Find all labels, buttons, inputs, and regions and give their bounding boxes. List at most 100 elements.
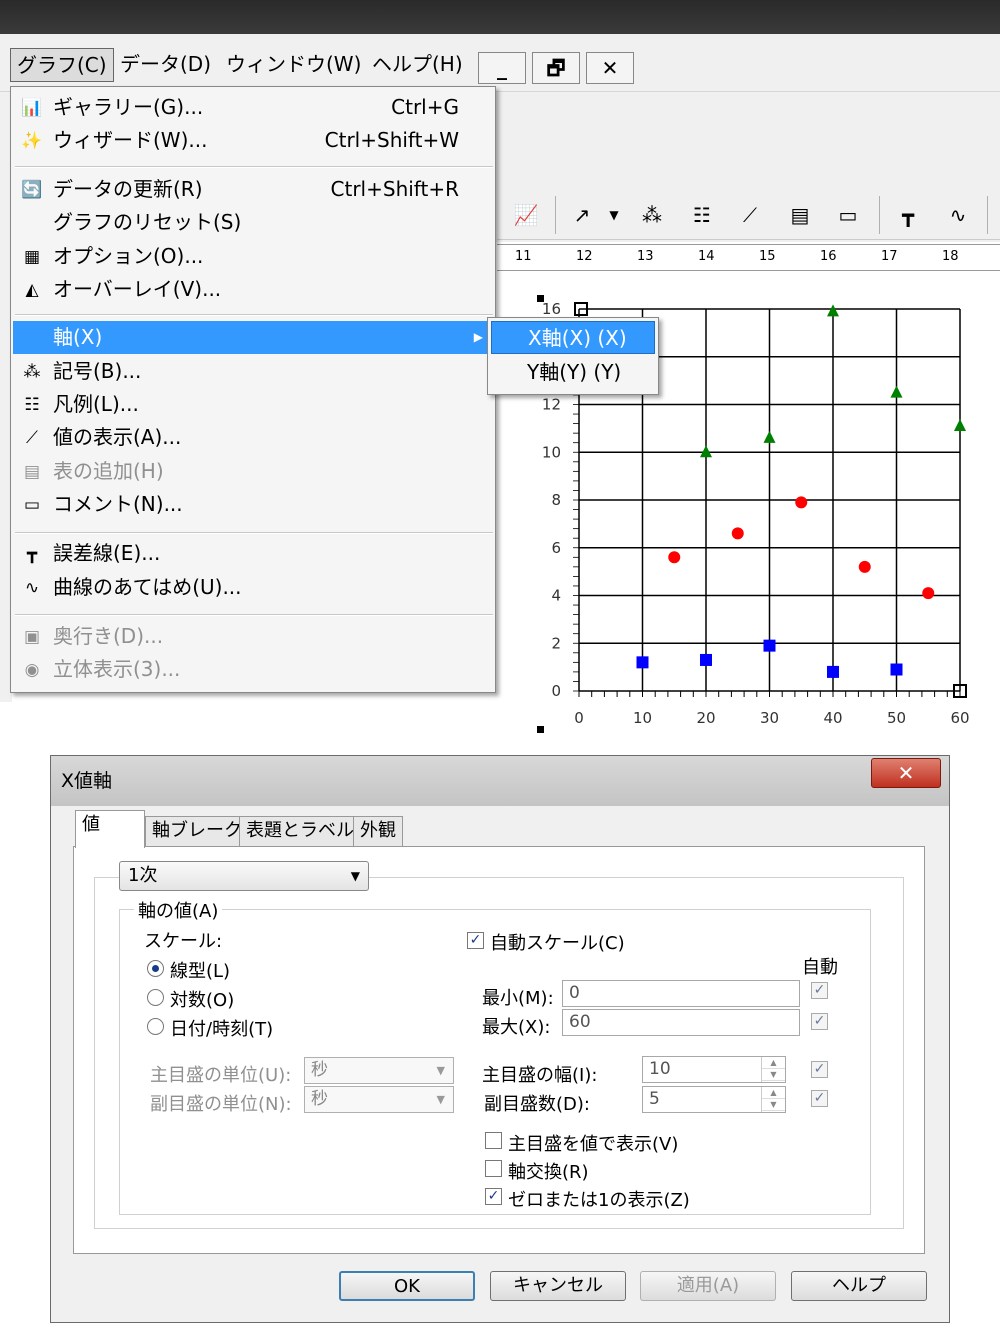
menu-item-shortcut: Ctrl+Shift+W <box>324 128 459 152</box>
submenu-x-axis[interactable]: X軸(X) (X) <box>491 321 655 354</box>
legend-icon[interactable]: ☷ <box>685 198 719 232</box>
minimize-button[interactable]: _ <box>478 52 526 84</box>
zero-one-checkbox[interactable]: ✓ <box>485 1188 502 1205</box>
ruler: 11 12 13 14 15 16 17 18 <box>497 244 1000 271</box>
close-window-button[interactable]: ✕ <box>586 52 634 84</box>
data-point <box>731 527 744 540</box>
major-value-checkbox[interactable] <box>485 1132 502 1149</box>
menu-item[interactable]: ⟋ 値の表示(A)... <box>13 421 493 454</box>
dialog-close-button[interactable]: ✕ <box>871 758 941 788</box>
menu-item-label: 軸(X) <box>53 325 103 349</box>
ruler-label: 13 <box>637 249 654 264</box>
menu-item[interactable]: ◭ オーバーレイ(V)... <box>13 273 493 306</box>
major-width-input[interactable]: 10 ▲ ▼ <box>642 1056 786 1083</box>
menu-item[interactable]: ◉ 立体表示(3)... <box>13 653 493 686</box>
help-button[interactable]: ヘルプ <box>791 1271 927 1301</box>
data-point <box>795 496 808 509</box>
chevron-down-icon: ▼ <box>436 1093 445 1106</box>
menu-graph[interactable]: グラフ(C) <box>10 48 114 82</box>
x-tick-label: 40 <box>823 709 842 727</box>
menu-item[interactable]: ✨ ウィザード(W)... Ctrl+Shift+W <box>13 124 493 157</box>
values-icon[interactable]: ⟋ <box>733 198 767 232</box>
auto-scale-label: 自動スケール(C) <box>490 933 625 954</box>
min-input[interactable]: 0 <box>562 980 800 1007</box>
menu-item[interactable]: ┳ 誤差線(E)... <box>13 537 493 570</box>
graph-menu-dropdown: 📊 ギャラリー(G)... Ctrl+G ✨ ウィザード(W)... Ctrl+Shift… <box>10 86 496 693</box>
dropdown-arrow-icon[interactable]: ▼ <box>597 198 631 232</box>
menu-separator <box>15 166 493 168</box>
radio-linear[interactable] <box>147 960 164 977</box>
auto-header: 自動 <box>802 957 838 978</box>
x-tick-label: 0 <box>574 709 584 727</box>
menu-window[interactable]: ウィンドウ(W) <box>220 48 367 82</box>
3d-view-icon: ◉ <box>24 660 40 680</box>
menu-item[interactable]: ▤ 表の追加(H) <box>13 455 493 488</box>
tab-values[interactable]: 値 <box>75 810 145 848</box>
wizard-icon: ✨ <box>21 131 43 151</box>
max-auto-checkbox[interactable]: ✓ <box>811 1013 828 1030</box>
x-tick-label: 10 <box>633 709 652 727</box>
ruler-label: 12 <box>576 249 593 264</box>
tab-axis-break[interactable]: 軸ブレーク <box>145 816 249 846</box>
table-icon[interactable]: ▤ <box>783 198 817 232</box>
menu-data[interactable]: データ(D) <box>114 48 217 82</box>
minor-unit-select[interactable]: 秒 ▼ <box>304 1086 454 1113</box>
minor-count-auto-checkbox[interactable]: ✓ <box>811 1090 828 1107</box>
menu-help[interactable]: ヘルプ(H) <box>366 48 469 82</box>
submenu-y-axis[interactable]: Y軸(Y) (Y) <box>491 356 655 389</box>
menu-item[interactable]: ▣ 奥行き(D)... <box>13 620 493 653</box>
swap-axis-checkbox[interactable] <box>485 1160 502 1177</box>
menu-item-label: 誤差線(E)... <box>53 541 161 565</box>
major-width-value: 10 <box>649 1059 671 1079</box>
radio-log-label: 対数(O) <box>170 990 235 1011</box>
cancel-button[interactable]: キャンセル <box>490 1271 626 1301</box>
chevron-down-icon: ▼ <box>436 1064 445 1077</box>
x-tick-label: 50 <box>887 709 906 727</box>
comment-icon[interactable]: ▭ <box>831 198 865 232</box>
ruler-label: 14 <box>698 249 715 264</box>
major-unit-label: 主目盛の単位(U): <box>150 1065 292 1086</box>
major-width-label: 主目盛の幅(I): <box>482 1065 598 1086</box>
ruler-label: 17 <box>881 249 898 264</box>
menu-item[interactable]: 🔄 データの更新(R) Ctrl+Shift+R <box>13 173 493 206</box>
menu-item[interactable]: ☷ 凡例(L)... <box>13 388 493 421</box>
data-point <box>922 587 935 600</box>
menu-item[interactable]: グラフのリセット(S) <box>13 206 493 239</box>
restore-button[interactable]: 🗗 <box>532 52 580 84</box>
axis-icon[interactable]: ↗ <box>565 198 599 232</box>
symbol-icon: ⁂ <box>23 362 41 382</box>
minor-unit-label: 副目盛の単位(N): <box>150 1094 292 1115</box>
auto-scale-checkbox[interactable]: ✓ <box>467 932 484 949</box>
menu-item[interactable]: ▦ オプション(O)... <box>13 240 493 273</box>
y-tick-label: 10 <box>542 443 561 461</box>
error-bar-icon[interactable]: ┳ <box>891 198 925 232</box>
minor-count-spinner[interactable]: ▲ ▼ <box>761 1087 785 1112</box>
data-point <box>700 445 712 458</box>
max-input[interactable]: 60 <box>562 1009 800 1036</box>
axis-select-dropdown[interactable]: 1次 ▼ <box>119 861 369 891</box>
min-auto-checkbox[interactable]: ✓ <box>811 982 828 999</box>
selection-handle <box>537 726 544 733</box>
apply-button[interactable]: 適用(A) <box>640 1271 776 1301</box>
tab-appearance[interactable]: 外観 <box>353 816 403 846</box>
tab-title-labels[interactable]: 表題とラベル <box>239 816 361 846</box>
major-unit-value: 秒 <box>311 1060 328 1080</box>
menu-item-label: 曲線のあてはめ(U)... <box>53 575 242 599</box>
menu-item[interactable]: ▭ コメント(N)... <box>13 488 493 521</box>
curve-fit-icon[interactable]: ∿ <box>941 198 975 232</box>
menu-item[interactable]: 📊 ギャラリー(G)... Ctrl+G <box>13 91 493 124</box>
chart-gallery-icon[interactable]: 📈 <box>509 198 543 232</box>
menu-item-label: 値の表示(A)... <box>53 425 182 449</box>
menu-item[interactable]: 軸(X) ▶ <box>13 321 493 354</box>
symbol-icon[interactable]: ⁂ <box>635 198 669 232</box>
major-unit-select[interactable]: 秒 ▼ <box>304 1057 454 1084</box>
minor-count-input[interactable]: 5 ▲ ▼ <box>642 1086 786 1113</box>
x-tick-label: 20 <box>696 709 715 727</box>
radio-log[interactable] <box>147 989 164 1006</box>
ok-button[interactable]: OK <box>339 1271 475 1301</box>
menu-item[interactable]: ∿ 曲線のあてはめ(U)... <box>13 571 493 604</box>
major-width-auto-checkbox[interactable]: ✓ <box>811 1061 828 1078</box>
radio-datetime[interactable] <box>147 1018 164 1035</box>
menu-item[interactable]: ⁂ 記号(B)... <box>13 355 493 388</box>
major-width-spinner[interactable]: ▲ ▼ <box>761 1057 785 1082</box>
